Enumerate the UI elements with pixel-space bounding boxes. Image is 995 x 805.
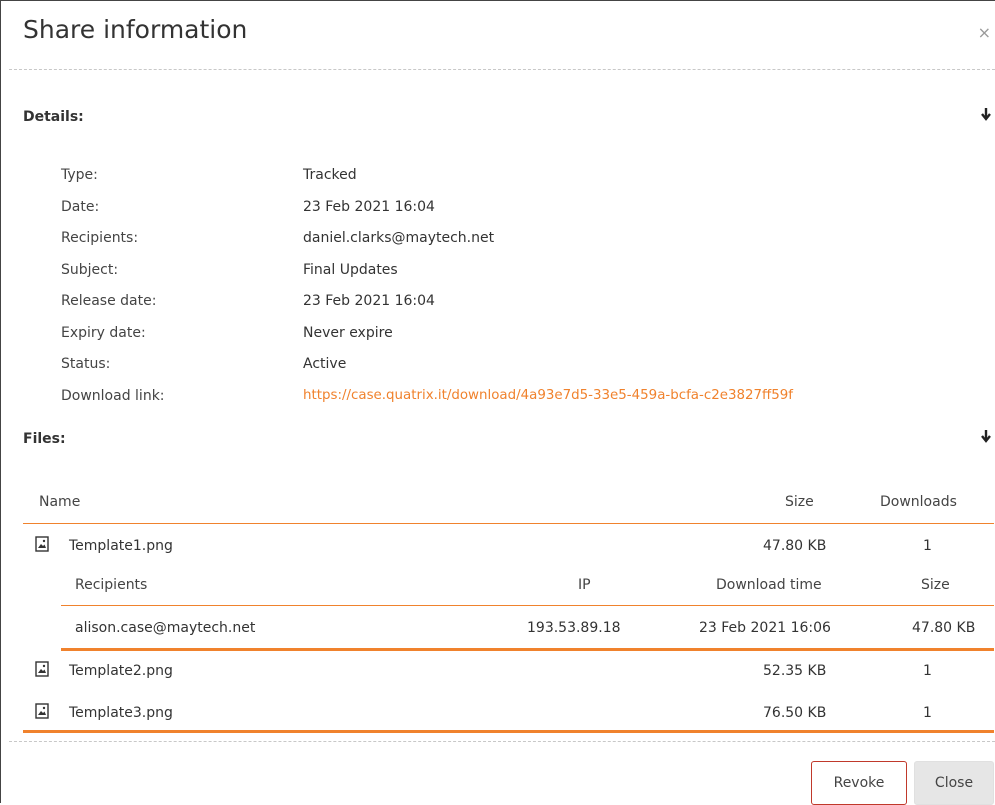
- revoke-button[interactable]: Revoke: [811, 761, 907, 805]
- sub-header-rule: [61, 605, 994, 606]
- column-header-recipients: Recipients: [75, 577, 148, 593]
- detail-key: Type:: [61, 167, 98, 183]
- column-header-download-time: Download time: [716, 577, 822, 593]
- detail-key: Recipients:: [61, 230, 139, 246]
- download-link[interactable]: https://case.quatrix.it/download/4a93e7d…: [303, 388, 793, 403]
- sub-table-bottom-rule: [61, 648, 994, 651]
- close-button[interactable]: Close: [914, 761, 994, 805]
- detail-row-recipients: Recipients: daniel.clarks@maytech.net: [61, 230, 961, 250]
- file-downloads: 1: [923, 538, 932, 554]
- detail-value: daniel.clarks@maytech.net: [303, 230, 495, 246]
- detail-value: Active: [303, 356, 347, 372]
- detail-value: Never expire: [303, 325, 393, 341]
- detail-row-download-link: Download link: https://case.quatrix.it/d…: [61, 388, 961, 408]
- files-label: Files:: [23, 431, 66, 447]
- header-divider: [9, 69, 995, 70]
- detail-key: Release date:: [61, 293, 157, 309]
- details-label: Details:: [23, 109, 84, 125]
- file-downloads: 1: [923, 663, 932, 679]
- files-bottom-rule: [23, 730, 994, 733]
- arrow-down-icon[interactable]: [981, 107, 991, 121]
- footer-divider: [9, 741, 995, 742]
- column-header-size[interactable]: Size: [785, 494, 814, 510]
- recipient-size: 47.80 KB: [912, 620, 976, 636]
- detail-key: Subject:: [61, 262, 119, 278]
- detail-value: Tracked: [303, 167, 357, 183]
- detail-row-subject: Subject: Final Updates: [61, 262, 961, 282]
- detail-key: Download link:: [61, 388, 165, 404]
- image-file-icon: [35, 703, 49, 719]
- file-name[interactable]: Template3.png: [69, 705, 173, 721]
- arrow-down-icon[interactable]: [981, 429, 991, 443]
- recipient-email: alison.case@maytech.net: [75, 620, 256, 636]
- image-file-icon: [35, 661, 49, 677]
- header-rule: [23, 523, 994, 524]
- detail-row-expiry-date: Expiry date: Never expire: [61, 325, 961, 345]
- detail-value: Final Updates: [303, 262, 398, 278]
- file-name[interactable]: Template1.png: [69, 538, 173, 554]
- detail-row-status: Status: Active: [61, 356, 961, 376]
- detail-key: Date:: [61, 199, 100, 215]
- column-header-name[interactable]: Name: [39, 494, 80, 510]
- close-icon[interactable]: ×: [978, 23, 991, 42]
- detail-key: Status:: [61, 356, 111, 372]
- detail-key: Expiry date:: [61, 325, 146, 341]
- detail-row-date: Date: 23 Feb 2021 16:04: [61, 199, 961, 219]
- file-size: 52.35 KB: [763, 663, 827, 679]
- column-header-downloads[interactable]: Downloads: [880, 494, 957, 510]
- file-size: 47.80 KB: [763, 538, 827, 554]
- dialog-title: Share information: [23, 15, 248, 44]
- image-file-icon: [35, 536, 49, 552]
- column-header-sub-size: Size: [921, 577, 950, 593]
- file-size: 76.50 KB: [763, 705, 827, 721]
- recipient-download-time: 23 Feb 2021 16:06: [699, 620, 831, 636]
- detail-value: 23 Feb 2021 16:04: [303, 293, 435, 309]
- share-information-dialog: Share information × Details: Type: Track…: [0, 0, 995, 805]
- detail-row-release-date: Release date: 23 Feb 2021 16:04: [61, 293, 961, 313]
- file-downloads: 1: [923, 705, 932, 721]
- detail-row-type: Type: Tracked: [61, 167, 961, 187]
- recipient-ip: 193.53.89.18: [527, 620, 621, 636]
- file-name[interactable]: Template2.png: [69, 663, 173, 679]
- detail-value: 23 Feb 2021 16:04: [303, 199, 435, 215]
- column-header-ip: IP: [578, 577, 591, 593]
